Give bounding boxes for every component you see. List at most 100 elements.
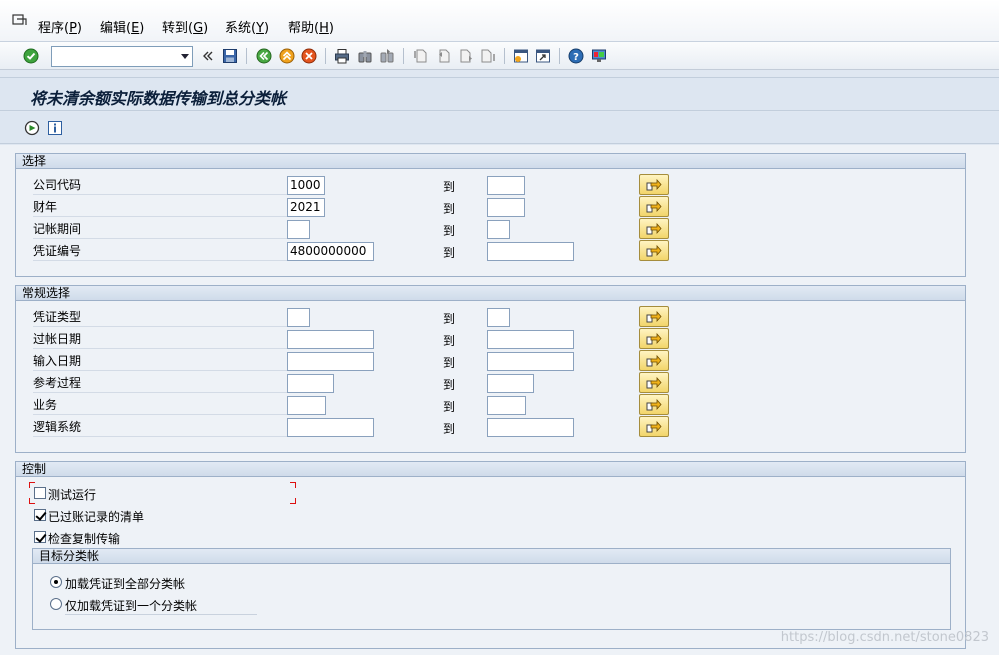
group-header: 常规选择 <box>16 286 965 301</box>
back-icon[interactable] <box>254 46 274 66</box>
create-session-icon[interactable] <box>511 46 531 66</box>
next-page-icon[interactable] <box>456 46 476 66</box>
radio-label: 加载凭证到全部分类帐 <box>65 577 186 591</box>
chevron-down-icon[interactable] <box>181 54 189 59</box>
entry-date-low-input[interactable] <box>287 352 374 371</box>
print-icon[interactable] <box>332 46 352 66</box>
to-label: 到 <box>443 422 456 436</box>
menu-bar: 程序(P) 编辑(E) 转到(G) 系统(Y) 帮助(H) <box>0 0 999 42</box>
posting-date-low-input[interactable] <box>287 330 374 349</box>
arrow-right-icon <box>646 200 662 212</box>
single-ledger-radio[interactable] <box>50 598 62 610</box>
menu-handle-icon[interactable] <box>12 14 28 26</box>
arrow-right-icon <box>646 178 662 190</box>
transaction-high-input[interactable] <box>487 396 526 415</box>
menu-edit[interactable]: 编辑(E) <box>100 17 144 36</box>
menu-system[interactable]: 系统(Y) <box>225 17 269 36</box>
execute-icon[interactable] <box>22 118 42 138</box>
checkbox-label: 检查复制传输 <box>48 532 121 546</box>
page-title: 将未清余额实际数据传输到总分类帐 <box>30 89 287 108</box>
find-next-icon[interactable] <box>377 46 397 66</box>
multiple-selection-button[interactable] <box>639 394 669 415</box>
to-label: 到 <box>443 334 456 348</box>
document-type-low-input[interactable] <box>287 308 310 327</box>
field-label: 逻辑系统 <box>33 418 287 437</box>
previous-page-icon[interactable] <box>434 46 454 66</box>
company-code-low-input[interactable]: 1000 <box>287 176 325 195</box>
multiple-selection-button[interactable] <box>639 196 669 217</box>
menu-help[interactable]: 帮助(H) <box>288 17 334 36</box>
entry-date-high-input[interactable] <box>487 352 574 371</box>
logical-system-high-input[interactable] <box>487 418 574 437</box>
to-label: 到 <box>443 312 456 326</box>
field-label: 过帐日期 <box>33 330 287 349</box>
info-icon[interactable] <box>45 118 65 138</box>
multiple-selection-button[interactable] <box>639 350 669 371</box>
transaction-low-input[interactable] <box>287 396 326 415</box>
radio-label: 仅加载凭证到一个分类帐 <box>65 597 257 615</box>
last-page-icon[interactable] <box>478 46 498 66</box>
posting-period-low-input[interactable] <box>287 220 310 239</box>
svg-text:?: ? <box>573 52 579 63</box>
menu-program[interactable]: 程序(P) <box>38 17 82 36</box>
application-toolbar <box>0 112 999 144</box>
arrow-right-icon <box>646 420 662 432</box>
multiple-selection-button[interactable] <box>639 416 669 437</box>
multiple-selection-button[interactable] <box>639 240 669 261</box>
to-label: 到 <box>443 400 456 414</box>
field-label: 参考过程 <box>33 374 287 393</box>
reference-procedure-low-input[interactable] <box>287 374 334 393</box>
field-label: 凭证类型 <box>33 308 287 327</box>
document-type-high-input[interactable] <box>487 308 510 327</box>
company-code-high-input[interactable] <box>487 176 525 195</box>
multiple-selection-button[interactable] <box>639 218 669 239</box>
all-ledgers-radio[interactable] <box>50 576 62 588</box>
exit-icon[interactable] <box>277 46 297 66</box>
arrow-right-icon <box>646 244 662 256</box>
general-selection-group: 常规选择 凭证类型 到 过帐日期 到 输入日期 到 参考过程 到 业务 到 逻辑… <box>15 285 966 453</box>
customize-layout-icon[interactable] <box>589 46 609 66</box>
to-label: 到 <box>443 224 456 238</box>
command-field[interactable] <box>51 46 193 67</box>
group-header: 控制 <box>16 462 965 477</box>
logical-system-low-input[interactable] <box>287 418 374 437</box>
save-icon[interactable] <box>220 46 240 66</box>
posted-records-list-checkbox[interactable] <box>34 509 46 521</box>
arrow-right-icon <box>646 354 662 366</box>
group-header: 选择 <box>16 154 965 169</box>
help-icon[interactable]: ? <box>566 46 586 66</box>
standard-toolbar: ? <box>0 42 999 70</box>
cancel-icon[interactable] <box>299 46 319 66</box>
to-label: 到 <box>443 202 456 216</box>
multiple-selection-button[interactable] <box>639 174 669 195</box>
multiple-selection-button[interactable] <box>639 372 669 393</box>
command-input[interactable] <box>52 47 170 66</box>
reference-procedure-high-input[interactable] <box>487 374 534 393</box>
fiscal-year-high-input[interactable] <box>487 198 525 217</box>
fiscal-year-low-input[interactable]: 2021 <box>287 198 325 217</box>
document-number-low-input[interactable]: 4800000000 <box>287 242 374 261</box>
to-label: 到 <box>443 378 456 392</box>
shortcut-icon[interactable] <box>533 46 553 66</box>
multiple-selection-button[interactable] <box>639 328 669 349</box>
document-number-high-input[interactable] <box>487 242 574 261</box>
watermark: https://blog.csdn.net/stone0823 <box>780 630 989 645</box>
posting-date-high-input[interactable] <box>487 330 574 349</box>
selection-screen: 选择 公司代码 1000 到 财年 2021 到 记帐期间 到 凭证编号 480… <box>0 145 999 655</box>
target-ledger-group: 目标分类帐 加载凭证到全部分类帐 仅加载凭证到一个分类帐 <box>32 548 951 630</box>
control-group: 控制 测试运行 已过账记录的清单 检查复制传输 目标分类帐 加载凭证到全部分类帐… <box>15 461 966 649</box>
arrow-right-icon <box>646 310 662 322</box>
multiple-selection-button[interactable] <box>639 306 669 327</box>
posting-period-high-input[interactable] <box>487 220 510 239</box>
title-bar: 将未清余额实际数据传输到总分类帐 <box>0 77 999 111</box>
field-label: 记帐期间 <box>33 220 287 239</box>
check-copy-transfer-checkbox[interactable] <box>34 531 46 543</box>
field-label: 输入日期 <box>33 352 287 371</box>
back-double-chevron-icon[interactable] <box>198 46 218 66</box>
first-page-icon[interactable] <box>411 46 431 66</box>
find-icon[interactable] <box>355 46 375 66</box>
enter-icon[interactable] <box>21 46 41 66</box>
field-label: 凭证编号 <box>33 242 287 261</box>
menu-goto[interactable]: 转到(G) <box>162 17 208 36</box>
test-run-checkbox[interactable] <box>34 487 46 499</box>
